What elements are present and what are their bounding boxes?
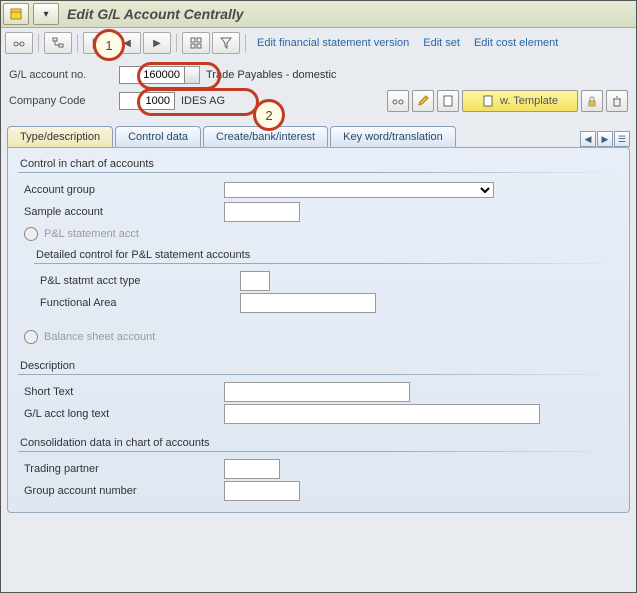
tab-keyword-translation[interactable]: Key word/translation <box>330 126 456 147</box>
bs-radio-label: Balance sheet account <box>44 331 155 343</box>
other-btn[interactable] <box>44 32 72 54</box>
long-text-input[interactable] <box>224 404 540 424</box>
title-bar: ▾ Edit G/L Account Centrally <box>1 1 636 28</box>
page2-icon <box>482 95 494 107</box>
next-btn[interactable]: ▶ <box>143 32 171 54</box>
menu-btn[interactable] <box>3 3 29 25</box>
sheet-icon <box>10 8 22 20</box>
sample-account-input[interactable] <box>224 202 300 222</box>
funnel-icon <box>220 37 232 49</box>
group-consol-title: Consolidation data in chart of accounts <box>20 437 619 449</box>
header-area: G/L account no. Trade Payables - domesti… <box>1 58 636 122</box>
group-control-coa: Control in chart of accounts Account gro… <box>18 158 619 348</box>
bs-radio[interactable] <box>24 330 38 344</box>
tab-scroll-right[interactable]: ▶ <box>597 131 613 147</box>
short-text-label: Short Text <box>18 386 224 398</box>
long-text-label: G/L acct long text <box>18 408 224 420</box>
short-text-input[interactable] <box>224 382 410 402</box>
tab-scroll-left[interactable]: ◀ <box>580 131 596 147</box>
glasses2-icon <box>392 95 404 107</box>
dropdown-btn[interactable]: ▾ <box>33 3 59 25</box>
group-desc-title: Description <box>20 360 619 372</box>
template-label: w. Template <box>500 95 558 107</box>
group-account-label: Group account number <box>18 485 224 497</box>
annotation-callout-1: 1 <box>93 29 125 61</box>
func-area-label: Functional Area <box>34 297 240 309</box>
tab-type-description[interactable]: Type/description <box>7 126 113 147</box>
account-group-select[interactable] <box>224 182 494 198</box>
pencil-icon <box>417 95 429 107</box>
tab-panel: Control in chart of accounts Account gro… <box>7 147 630 513</box>
grid-icon <box>190 37 202 49</box>
gl-account-label: G/L account no. <box>9 69 119 81</box>
pl-radio[interactable] <box>24 227 38 241</box>
delete-btn[interactable] <box>606 90 628 112</box>
tab-scroll: ◀ ▶ ☰ <box>580 131 630 147</box>
sample-account-label: Sample account <box>18 206 224 218</box>
trading-partner-input[interactable] <box>224 459 280 479</box>
tabstrip: Type/description Control data Create/ban… <box>1 126 636 147</box>
trash-icon <box>611 95 623 107</box>
group-account-input[interactable] <box>224 481 300 501</box>
gl-account-desc: Trade Payables - domestic <box>206 69 336 81</box>
lock-btn[interactable] <box>581 90 603 112</box>
display-btn[interactable] <box>5 32 33 54</box>
group-description: Description Short Text G/L acct long tex… <box>18 360 619 425</box>
highlight-cc <box>137 88 259 116</box>
tree-icon <box>52 37 64 49</box>
overview-btn[interactable] <box>182 32 210 54</box>
check-btn[interactable] <box>387 90 409 112</box>
filter-btn[interactable] <box>212 32 240 54</box>
lock-icon <box>586 95 598 107</box>
account-group-label: Account group <box>18 184 224 196</box>
edit-btn[interactable] <box>412 90 434 112</box>
company-code-label: Company Code <box>9 95 119 107</box>
tab-control-data[interactable]: Control data <box>115 126 201 147</box>
template-btn[interactable]: w. Template <box>462 90 578 112</box>
pl-type-input[interactable] <box>240 271 270 291</box>
link-edit-set[interactable]: Edit set <box>423 37 460 49</box>
tab-list[interactable]: ☰ <box>614 131 630 147</box>
link-cost-element[interactable]: Edit cost element <box>474 37 558 49</box>
header-actions: w. Template <box>387 90 628 112</box>
page-title: Edit G/L Account Centrally <box>67 6 244 22</box>
page-icon <box>442 95 454 107</box>
link-fsv[interactable]: Edit financial statement version <box>257 37 409 49</box>
group-control-title: Control in chart of accounts <box>20 158 619 170</box>
detailed-title: Detailed control for P&L statement accou… <box>36 249 619 261</box>
func-area-input[interactable] <box>240 293 376 313</box>
pl-type-label: P&L statmt acct type <box>34 275 240 287</box>
pl-radio-label: P&L statement acct <box>44 228 139 240</box>
highlight-gl <box>137 62 221 90</box>
subgroup-detailed: Detailed control for P&L statement accou… <box>34 249 619 314</box>
group-consolidation: Consolidation data in chart of accounts … <box>18 437 619 502</box>
new-btn[interactable] <box>437 90 459 112</box>
glasses-icon <box>13 37 25 49</box>
trading-partner-label: Trading partner <box>18 463 224 475</box>
